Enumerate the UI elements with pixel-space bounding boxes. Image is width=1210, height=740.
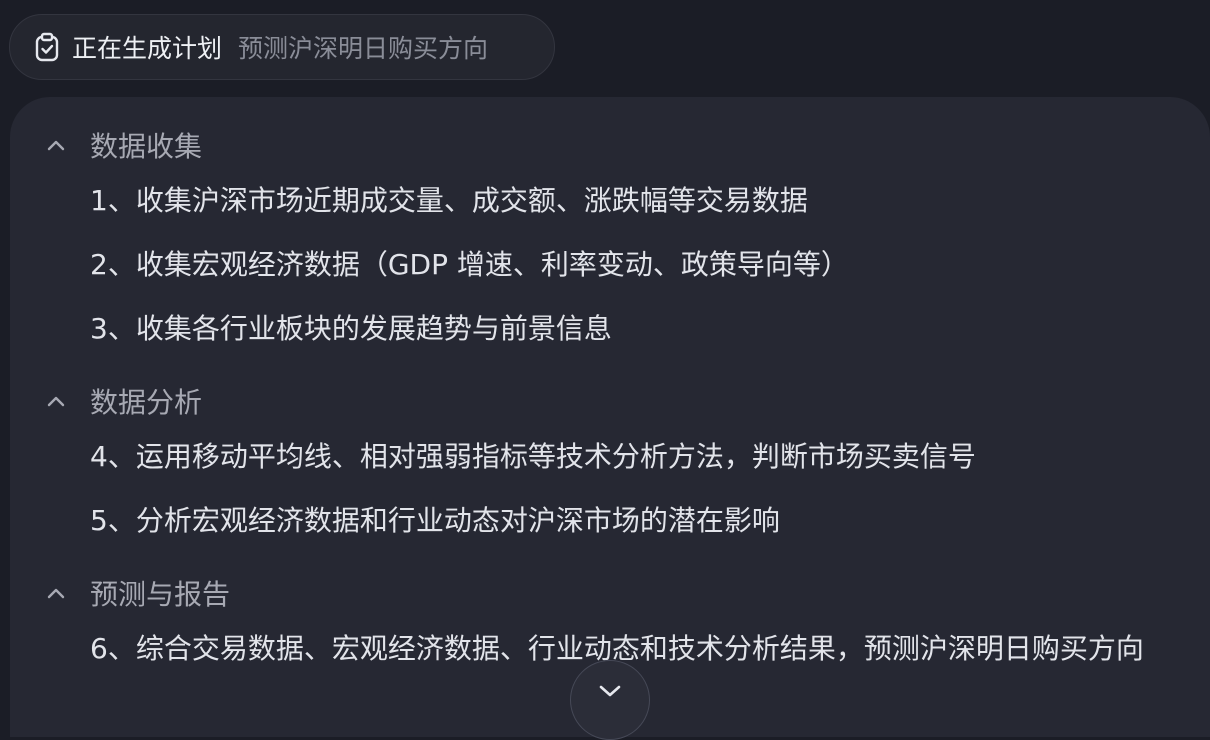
status-title: 正在生成计划 — [72, 34, 223, 63]
plan-step: 3、收集各行业板块的发展趋势与前景信息 — [90, 312, 612, 345]
section-label: 预测与报告 — [90, 578, 231, 611]
section-header-data-collection[interactable]: 数据收集 — [46, 125, 202, 165]
clipboard-check-icon — [34, 32, 60, 62]
chevron-up-icon[interactable] — [46, 135, 66, 155]
plan-step: 1、收集沪深市场近期成交量、成交额、涨跌幅等交易数据 — [90, 184, 808, 217]
section-header-data-analysis[interactable]: 数据分析 — [46, 381, 202, 421]
plan-step: 2、收集宏观经济数据（GDP 增速、利率变动、政策导向等） — [90, 248, 849, 281]
section-header-forecast-report[interactable]: 预测与报告 — [46, 573, 230, 613]
plan-status-pill[interactable]: 正在生成计划 预测沪深明日购买方向 — [9, 14, 555, 80]
plan-step: 5、分析宏观经济数据和行业动态对沪深市场的潜在影响 — [90, 504, 780, 537]
plan-step: 4、运用移动平均线、相对强弱指标等技术分析方法，判断市场买卖信号 — [90, 440, 976, 473]
chevron-up-icon[interactable] — [46, 583, 66, 603]
section-label: 数据收集 — [90, 130, 203, 163]
plan-panel: 数据收集 1、收集沪深市场近期成交量、成交额、涨跌幅等交易数据 2、收集宏观经济… — [10, 97, 1210, 737]
status-subtitle: 预测沪深明日购买方向 — [238, 34, 489, 63]
section-label: 数据分析 — [90, 386, 203, 419]
scroll-down-button[interactable] — [570, 660, 650, 740]
chevron-up-icon[interactable] — [46, 391, 66, 411]
chevron-down-icon — [597, 683, 623, 739]
